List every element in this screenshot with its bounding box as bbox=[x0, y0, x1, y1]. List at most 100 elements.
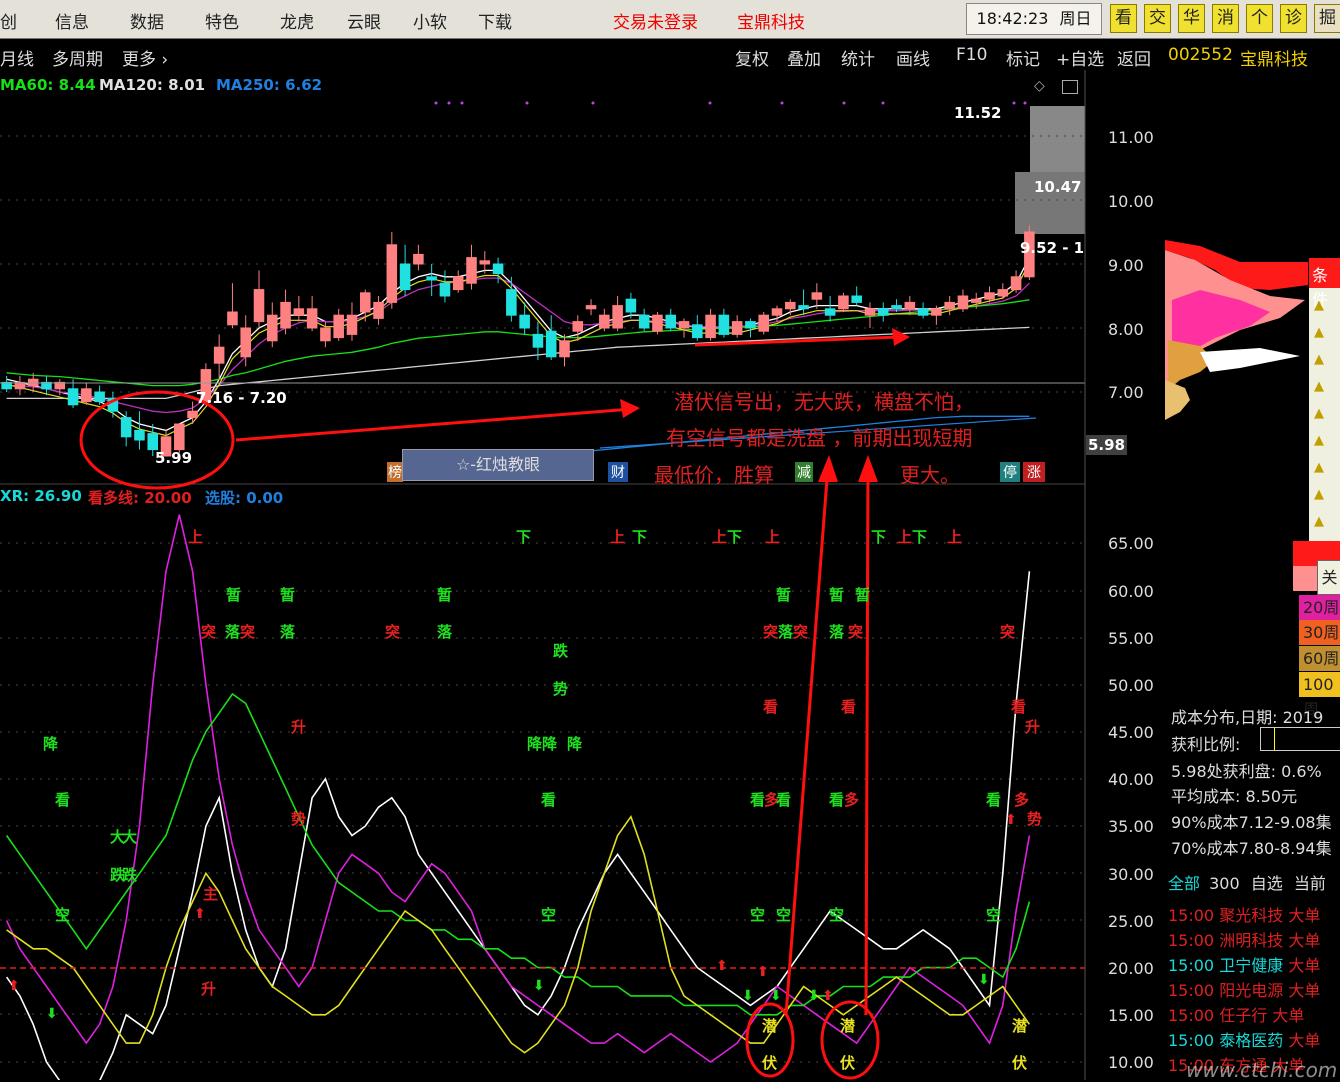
conditions-list-icons: ▲ ▲ ▲ ▲ ▲ ▲ ▲ ▲ ▲ bbox=[1314, 292, 1334, 535]
annotation-line-2: 有空信号都是洗盘 ，前期出现短期 bbox=[666, 426, 973, 450]
indicator-tick: 50.00 bbox=[1108, 676, 1154, 695]
candle-body bbox=[174, 423, 185, 451]
triangle-up-icon: ▲ bbox=[1314, 406, 1324, 421]
strategy-banner[interactable]: ☆-红烛教眼 bbox=[402, 449, 594, 481]
signal-shi: 势 bbox=[553, 680, 569, 698]
signal-jiang: 降 bbox=[542, 735, 558, 753]
candle-body bbox=[1010, 276, 1022, 291]
stock-list-row[interactable]: 15:00 泰格医药 大单 bbox=[1168, 1027, 1320, 1051]
candle-body bbox=[758, 314, 769, 332]
period-60-week[interactable]: 60周 bbox=[1299, 646, 1340, 671]
signal-zhu: 主 bbox=[203, 885, 219, 903]
signal-zan: 暂 bbox=[437, 586, 453, 604]
candle-body bbox=[306, 308, 318, 329]
signal-down: 下 bbox=[727, 528, 743, 546]
signal-luo: 落 bbox=[778, 623, 794, 641]
candle-body bbox=[545, 330, 557, 358]
candle-body bbox=[413, 253, 424, 265]
candle-body bbox=[67, 388, 79, 406]
box-mid-label: 9.52 - 1 bbox=[1020, 239, 1085, 257]
signal-sheng: 升 bbox=[201, 980, 217, 998]
signal-down: 下 bbox=[912, 528, 928, 546]
cost-distribution-title: 成本分布,日期: 2019 bbox=[1171, 708, 1324, 727]
stock-list-row[interactable]: 15:00 任子行 大单 bbox=[1168, 1002, 1304, 1026]
badge-suspend[interactable]: 停 bbox=[1000, 462, 1020, 482]
badge-finance[interactable]: 财 bbox=[608, 462, 628, 482]
average-cost: 平均成本: 8.50元 bbox=[1171, 787, 1298, 806]
candle-body bbox=[678, 321, 690, 329]
signal-down: 下 bbox=[516, 528, 532, 546]
current-price-tag: 5.98 bbox=[1086, 435, 1128, 455]
signal-qian: 潜 bbox=[1012, 1017, 1028, 1035]
signal-zan: 暂 bbox=[776, 586, 792, 604]
arrow-up-icon: ⬆ bbox=[1005, 812, 1017, 828]
candle-body bbox=[320, 327, 331, 342]
badge-reduce[interactable]: 减 bbox=[795, 462, 813, 482]
close-panel-button[interactable]: 关 bbox=[1317, 560, 1340, 595]
tab-watchlist[interactable]: 自选 bbox=[1251, 874, 1283, 893]
arrow-up-icon: ⬆ bbox=[822, 988, 834, 1004]
signal-up: 上 bbox=[947, 528, 963, 546]
period-30-week[interactable]: 30周 bbox=[1299, 620, 1340, 645]
signal-tu: 突 bbox=[848, 623, 864, 641]
signal-kan: 看 bbox=[763, 698, 779, 716]
candle-body bbox=[851, 295, 862, 303]
signal-kong: 空 bbox=[776, 906, 792, 924]
cost-90-range: 90%成本7.12-9.08集 bbox=[1171, 813, 1332, 832]
signal-da: 大 bbox=[122, 828, 138, 846]
arrow-down-icon: ⬇ bbox=[742, 988, 754, 1004]
arrow-down-icon: ⬇ bbox=[533, 978, 545, 994]
candle-body bbox=[147, 433, 159, 451]
candle-body bbox=[785, 301, 796, 310]
candle-body bbox=[280, 301, 291, 329]
arrowhead-right-2 bbox=[892, 328, 910, 346]
arrow-down-icon: ⬇ bbox=[770, 988, 782, 1004]
stock-list-row[interactable]: 15:00 洲明科技 大单 bbox=[1168, 927, 1320, 951]
tab-current[interactable]: 当前 bbox=[1294, 874, 1326, 893]
stock-list-tabs: 全部 300 自选 当前 bbox=[1168, 870, 1326, 894]
signal-jiang: 降 bbox=[43, 735, 59, 753]
triangle-up-icon: ▲ bbox=[1314, 514, 1324, 529]
candle-body bbox=[519, 314, 530, 329]
xr-label: XR: 26.90 bbox=[0, 487, 82, 505]
candle-body bbox=[984, 292, 995, 300]
signal-kan: 看 bbox=[1011, 698, 1027, 716]
badge-rank[interactable]: 榜 bbox=[387, 462, 403, 482]
price-tick: 11.00 bbox=[1108, 128, 1154, 147]
stock-list-row[interactable]: 15:00 聚光科技 大单 bbox=[1168, 902, 1320, 926]
tab-300[interactable]: 300 bbox=[1209, 874, 1240, 893]
candle-body bbox=[824, 308, 836, 316]
signal-up: 上 bbox=[610, 528, 626, 546]
signal-kong: 空 bbox=[541, 906, 557, 924]
triangle-up-icon: ▲ bbox=[1314, 379, 1324, 394]
kanduo-label: 看多线: 20.00 bbox=[88, 489, 192, 507]
signal-shi: 势 bbox=[1027, 810, 1043, 828]
candle-body bbox=[838, 295, 849, 310]
badge-limit-up[interactable]: 涨 bbox=[1023, 462, 1045, 482]
arrowhead-up-1 bbox=[818, 455, 838, 482]
stock-list-row[interactable]: 15:00 卫宁健康 大单 bbox=[1168, 952, 1320, 976]
indicator-green-line bbox=[5, 692, 1031, 1016]
signal-zan: 暂 bbox=[829, 586, 845, 604]
signal-kong: 空 bbox=[750, 906, 766, 924]
signal-fu: 伏 bbox=[840, 1054, 856, 1072]
signal-luo: 落 bbox=[225, 623, 241, 641]
signal-jiang: 降 bbox=[527, 735, 543, 753]
signal-tu: 突 bbox=[240, 623, 256, 641]
tab-all[interactable]: 全部 bbox=[1168, 874, 1200, 893]
arrowhead-up-2 bbox=[858, 455, 878, 482]
signal-fu: 伏 bbox=[1012, 1054, 1028, 1072]
stock-list-row[interactable]: 15:00 阳光电源 大单 bbox=[1168, 977, 1320, 1001]
period-20-week[interactable]: 20周 bbox=[1299, 595, 1340, 620]
candle-body bbox=[970, 298, 982, 303]
triangle-up-icon: ▲ bbox=[1314, 460, 1324, 475]
arrow-down-icon: ⬇ bbox=[808, 988, 820, 1004]
period-100-week[interactable]: 100周 bbox=[1299, 672, 1340, 719]
candle-body bbox=[253, 289, 265, 323]
annotation-line-3: 最低价，胜算 bbox=[654, 463, 774, 487]
profit-ratio-bar bbox=[1260, 727, 1340, 751]
signal-luo: 落 bbox=[280, 623, 296, 641]
signal-qian: 潜 bbox=[762, 1017, 778, 1035]
profit-at-price: 5.98处获利盘: 0.6% bbox=[1171, 762, 1322, 781]
indicator-tick: 55.00 bbox=[1108, 629, 1154, 648]
